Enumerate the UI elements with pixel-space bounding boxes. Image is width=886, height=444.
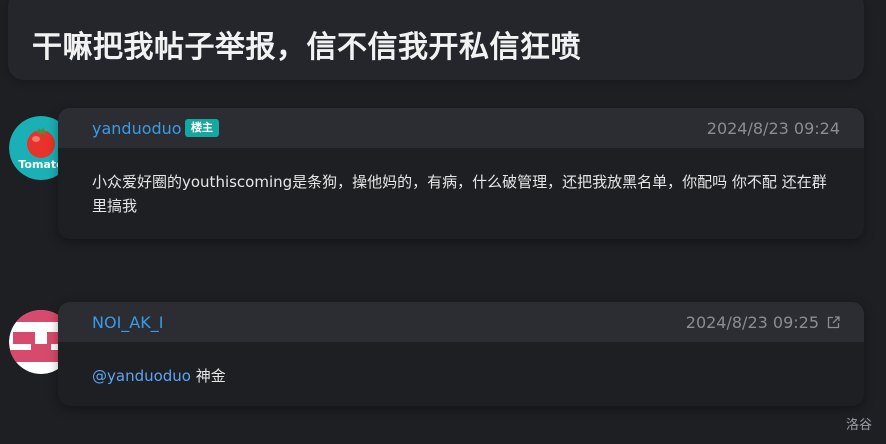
op-badge: 楼主 <box>185 119 219 137</box>
username-link[interactable]: NOI_AK_I <box>92 313 163 332</box>
reply-header: NOI_AK_I 2024/8/23 09:25 <box>58 302 864 342</box>
mention-link[interactable]: @yanduoduo <box>92 367 191 385</box>
reply-timestamp: 2024/8/23 09:25 <box>685 313 819 332</box>
reply-timestamp: 2024/8/23 09:24 <box>706 119 840 138</box>
post-title: 干嘛把我帖子举报，信不信我开私信狂喷 <box>32 30 581 65</box>
username-link[interactable]: yanduoduo <box>92 119 182 138</box>
external-link-icon[interactable] <box>827 316 840 329</box>
reply-content: @yanduoduo 神金 <box>58 342 864 406</box>
post-title-card: 干嘛把我帖子举报，信不信我开私信狂喷 <box>8 0 864 80</box>
reply-text: 神金 <box>191 367 226 385</box>
reply-content: 小众爱好圈的youthiscoming是条狗，操他妈的，有病，什么破管理，还把我… <box>92 173 827 215</box>
reply-card: NOI_AK_I 2024/8/23 09:25 @yanduoduo 神金 <box>58 302 864 406</box>
reply-header: yanduoduo 楼主 2024/8/23 09:24 <box>58 108 864 148</box>
site-label: 洛谷 <box>845 418 872 433</box>
reply-card: yanduoduo 楼主 2024/8/23 09:24 小众爱好圈的youth… <box>58 108 864 239</box>
